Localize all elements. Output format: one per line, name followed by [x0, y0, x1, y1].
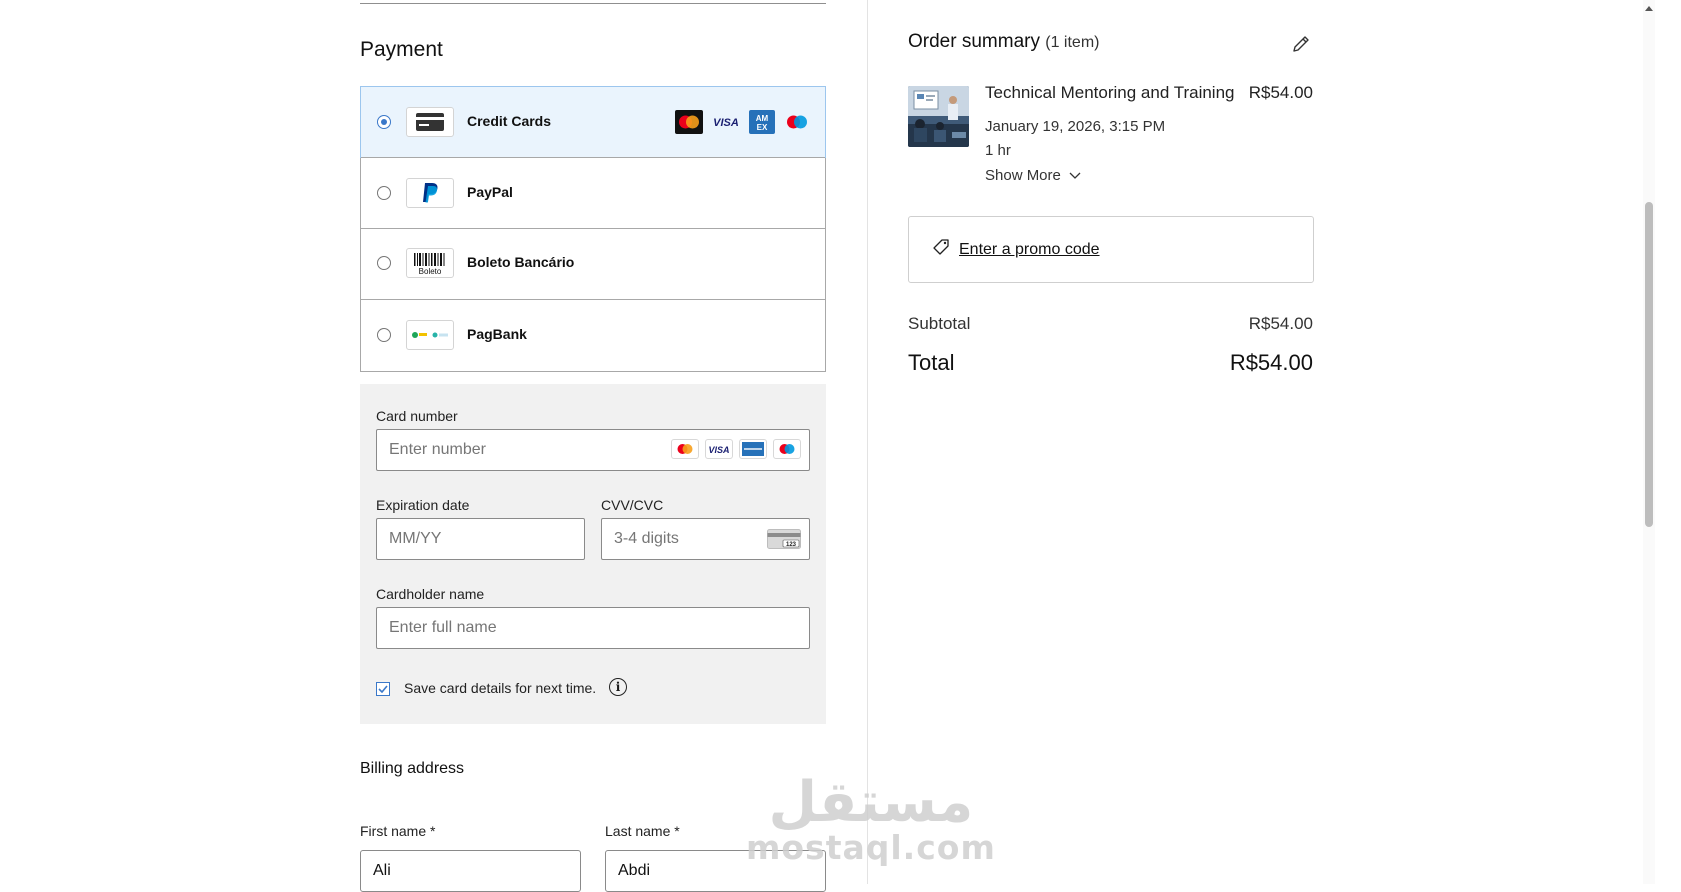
- maestro-icon: [773, 439, 801, 459]
- svg-text:EX: EX: [757, 123, 768, 132]
- cardholder-input[interactable]: [377, 608, 809, 648]
- scroll-up-arrow-icon[interactable]: [1644, 0, 1654, 11]
- radio-boleto[interactable]: [377, 256, 391, 270]
- paypal-logo-icon: [406, 178, 454, 208]
- payment-method-label: Credit Cards: [467, 113, 552, 129]
- order-summary-heading: Order summary: [908, 31, 1040, 52]
- show-more-label: Show More: [985, 167, 1061, 184]
- item-name: Technical Mentoring and Training: [985, 83, 1235, 102]
- card-number-label: Card number: [376, 408, 458, 424]
- item-duration: 1 hr: [985, 142, 1011, 159]
- payment-method-credit-cards[interactable]: Credit Cards VISA AM EX: [360, 86, 826, 158]
- radio-paypal[interactable]: [377, 186, 391, 200]
- total-value: R$54.00: [1229, 350, 1313, 375]
- cvv-label: CVV/CVC: [601, 497, 664, 513]
- total-label: Total: [908, 350, 955, 375]
- watermark-arabic: مستقل: [768, 770, 974, 835]
- subtotal-label: Subtotal: [908, 314, 971, 333]
- save-card-checkbox[interactable]: [376, 682, 390, 696]
- cardholder-field[interactable]: [376, 607, 810, 649]
- card-number-field[interactable]: VISA: [376, 429, 810, 471]
- section-divider: [360, 3, 826, 4]
- expiration-label: Expiration date: [376, 497, 470, 513]
- show-more-button[interactable]: Show More: [985, 167, 1081, 184]
- amex-icon: AM EX: [749, 110, 775, 139]
- cvv-field[interactable]: 123: [601, 518, 810, 560]
- chevron-down-icon: [1069, 167, 1081, 184]
- promo-code-button[interactable]: Enter a promo code: [908, 216, 1314, 283]
- order-summary-title: Order summary (1 item): [908, 31, 1099, 53]
- radio-credit-cards[interactable]: [377, 115, 391, 129]
- visa-icon: VISA: [711, 110, 741, 139]
- cvv-card-icon: 123: [767, 529, 801, 554]
- first-name-label: First name *: [360, 823, 436, 839]
- card-brands: VISA AM EX: [675, 110, 811, 139]
- svg-text:Boleto: Boleto: [419, 267, 442, 276]
- credit-card-icon: [406, 107, 454, 137]
- card-details-form: Card number VISA Expiration date CVV/CVC…: [360, 384, 826, 724]
- payment-heading: Payment: [360, 38, 443, 61]
- info-icon[interactable]: i: [609, 678, 627, 696]
- scrollbar-thumb[interactable]: [1645, 202, 1653, 527]
- tag-icon: [933, 238, 951, 261]
- payment-method-pagbank[interactable]: PagBank: [361, 300, 825, 370]
- radio-pagbank[interactable]: [377, 328, 391, 342]
- watermark: مستقل mostaql.com: [746, 775, 996, 865]
- svg-text:VISA: VISA: [713, 117, 739, 129]
- first-name-input[interactable]: [361, 851, 580, 891]
- visa-icon: VISA: [705, 439, 733, 459]
- maestro-icon: [783, 110, 811, 139]
- item-count: (1 item): [1045, 34, 1100, 51]
- payment-method-paypal[interactable]: PayPal: [361, 158, 825, 228]
- boleto-barcode-icon: Boleto: [406, 248, 454, 278]
- card-brand-hints: VISA: [671, 439, 801, 459]
- amex-icon: [739, 439, 767, 459]
- pagbank-logo-icon: [406, 320, 454, 350]
- last-name-label: Last name *: [605, 823, 680, 839]
- payment-methods: Credit Cards VISA AM EX PayPal Boleto Bo…: [360, 86, 826, 372]
- payment-method-label: Boleto Bancário: [467, 254, 575, 270]
- edit-pencil-icon[interactable]: [1290, 33, 1312, 55]
- column-divider: [867, 0, 868, 884]
- mastercard-icon: [675, 110, 703, 139]
- item-price: R$54.00: [1248, 83, 1313, 102]
- billing-heading: Billing address: [360, 760, 465, 777]
- svg-text:123: 123: [786, 542, 797, 548]
- expiration-input[interactable]: [377, 519, 584, 559]
- svg-text:AM: AM: [756, 114, 769, 123]
- promo-code-link[interactable]: Enter a promo code: [959, 241, 1100, 259]
- mastercard-icon: [671, 439, 699, 459]
- item-date: January 19, 2026, 3:15 PM: [985, 118, 1166, 135]
- first-name-field[interactable]: [360, 850, 581, 892]
- subtotal-value: R$54.00: [1248, 314, 1313, 333]
- svg-text:VISA: VISA: [708, 445, 729, 455]
- watermark-latin: mostaql.com: [746, 828, 996, 867]
- payment-method-label: PayPal: [467, 184, 513, 200]
- item-thumbnail: [908, 86, 969, 147]
- cardholder-label: Cardholder name: [376, 586, 485, 602]
- payment-method-label: PagBank: [467, 326, 527, 342]
- payment-method-boleto[interactable]: Boleto Boleto Bancário: [361, 229, 825, 299]
- expiration-field[interactable]: [376, 518, 585, 560]
- save-card-label: Save card details for next time.: [404, 680, 597, 696]
